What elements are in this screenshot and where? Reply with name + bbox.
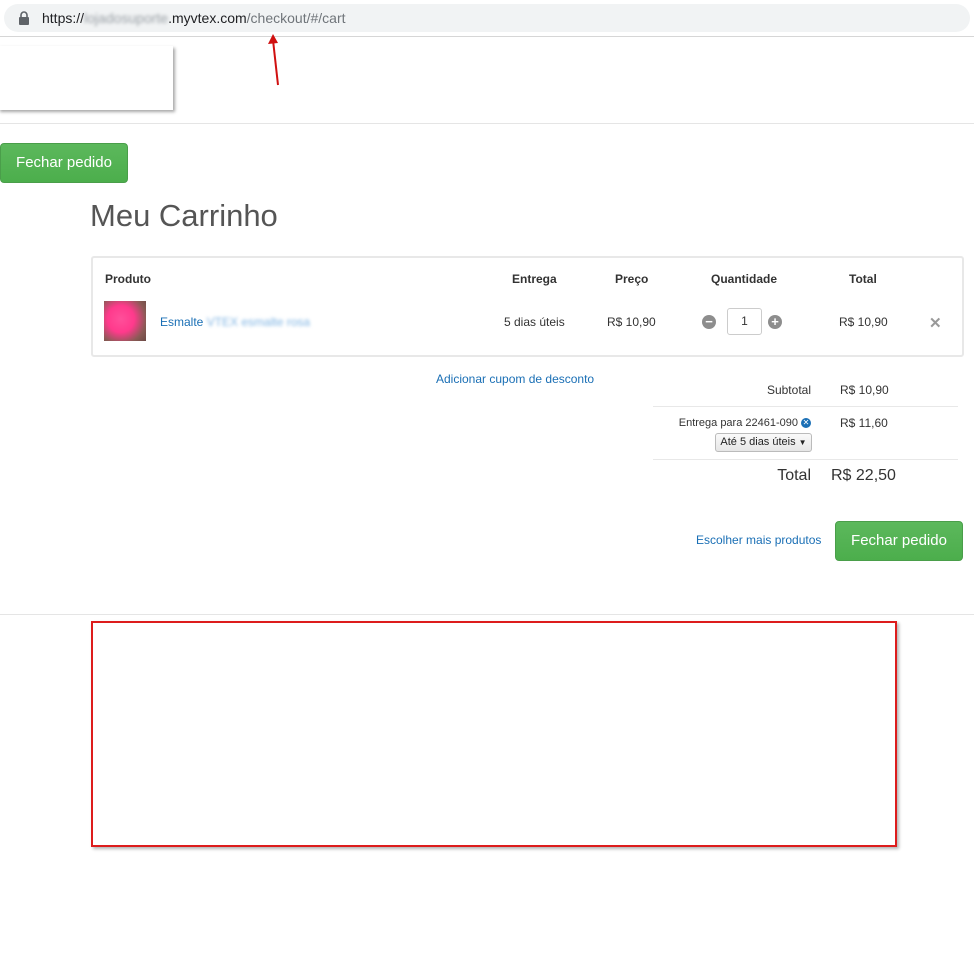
summary-divider	[653, 459, 958, 460]
store-logo[interactable]	[0, 46, 173, 110]
col-header-quantity: Quantidade	[711, 272, 778, 286]
product-price: R$ 10,90	[607, 315, 656, 329]
checkout-top-button[interactable]: Fechar pedido	[0, 143, 128, 183]
quantity-increase-icon[interactable]: +	[768, 315, 782, 329]
summary-divider	[653, 406, 958, 407]
shipping-value: R$ 11,60	[840, 416, 888, 430]
col-header-delivery: Entrega	[512, 272, 557, 286]
quantity-decrease-icon[interactable]: −	[702, 315, 716, 329]
lock-icon	[19, 11, 29, 25]
total-label: Total	[777, 467, 811, 484]
page-title: Meu Carrinho	[90, 198, 278, 233]
browser-address-bar: https://lojadosuporte.myvtex.com/checkou…	[0, 0, 974, 37]
header-divider	[0, 123, 974, 124]
shipping-option-select[interactable]: Até 5 dias úteis ▼	[715, 433, 812, 452]
product-thumbnail[interactable]	[104, 301, 146, 341]
remove-item-icon[interactable]: ✕	[929, 314, 942, 332]
footer-divider	[0, 614, 974, 615]
col-header-total: Total	[849, 272, 877, 286]
product-total: R$ 10,90	[839, 315, 888, 329]
annotation-arrow-icon	[268, 34, 279, 86]
shipping-label: Entrega para 22461-090 ✕	[678, 417, 811, 429]
product-delivery: 5 dias úteis	[504, 315, 565, 329]
chevron-down-icon: ▼	[798, 438, 807, 447]
checkout-button[interactable]: Fechar pedido	[835, 521, 963, 561]
col-header-price: Preço	[615, 272, 649, 286]
continue-shopping-link[interactable]: Escolher mais produtos	[696, 533, 821, 547]
url-field[interactable]: https://lojadosuporte.myvtex.com/checkou…	[4, 4, 970, 32]
subtotal-value: R$ 10,90	[840, 383, 889, 397]
add-coupon-link[interactable]: Adicionar cupom de desconto	[436, 372, 594, 386]
col-header-product: Produto	[105, 272, 151, 286]
url-text: https://lojadosuporte.myvtex.com/checkou…	[42, 10, 346, 26]
remove-postal-code-icon[interactable]: ✕	[801, 418, 811, 428]
highlighted-empty-area	[91, 621, 897, 847]
quantity-input[interactable]: 1	[727, 308, 762, 335]
cart-table: Produto Entrega Preço Quantidade Total E…	[91, 256, 964, 357]
total-value: R$ 22,50	[831, 467, 896, 484]
product-name-link[interactable]: Esmalte VTEX esmalte rosa	[160, 315, 310, 329]
subtotal-label: Subtotal	[766, 383, 811, 397]
